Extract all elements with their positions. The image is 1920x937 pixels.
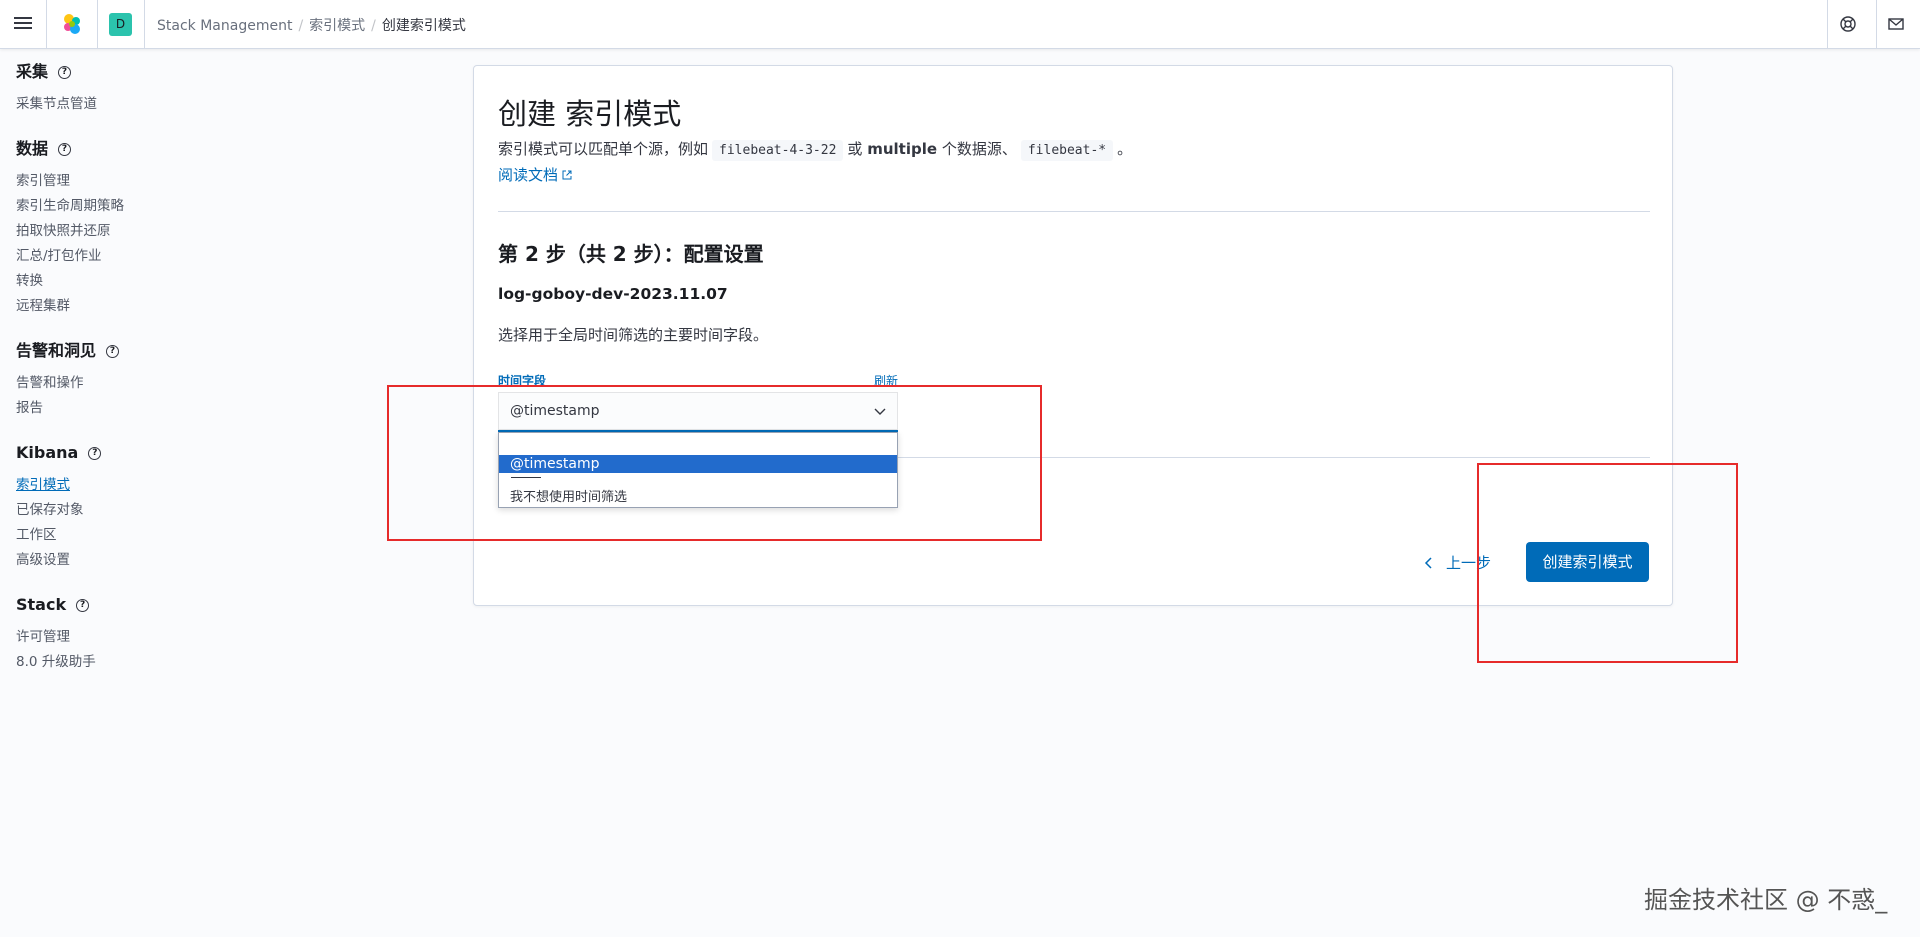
breadcrumb-create-index-pattern: 创建索引模式	[381, 18, 466, 34]
sidebar-item-reporting[interactable]: 报告	[16, 396, 336, 421]
question-icon[interactable]: ?	[106, 345, 120, 358]
sidebar-item-index-patterns[interactable]: 索引模式	[16, 473, 336, 498]
mail-icon[interactable]	[1886, 14, 1906, 34]
menu-icon[interactable]	[14, 14, 32, 32]
time-field-hint: 选择用于全局时间筛选的主要时间字段。	[498, 326, 769, 344]
question-icon[interactable]: ?	[58, 66, 72, 79]
nav-group-title: 数据?	[16, 139, 336, 169]
breadcrumb-index-patterns[interactable]: 索引模式	[309, 18, 365, 34]
nav-group-data: 数据? 索引管理 索引生命周期策略 拍取快照并还原 汇总/打包作业 转换 远程集…	[16, 139, 336, 319]
sidebar-item-advanced-settings[interactable]: 高级设置	[16, 548, 336, 573]
sidebar-item-transforms[interactable]: 转换	[16, 269, 336, 294]
help-lifebuoy-icon[interactable]	[1838, 14, 1858, 34]
breadcrumb-separator: /	[371, 18, 376, 34]
header-divider	[1827, 0, 1828, 49]
step-title: 第 2 步（共 2 步）：配置设置	[498, 242, 764, 266]
sidebar-item-license-management[interactable]: 许可管理	[16, 625, 336, 650]
annotation-box	[387, 385, 1042, 541]
nav-group-title: 采集?	[16, 62, 336, 92]
code-example: filebeat-4-3-22	[712, 140, 844, 161]
header-divider	[46, 0, 47, 49]
index-pattern-name: log-goboy-dev-2023.11.07	[498, 285, 728, 303]
management-sidebar: 采集? 采集节点管道 数据? 索引管理 索引生命周期策略 拍取快照并还原 汇总/…	[16, 62, 336, 697]
breadcrumb-stack-management[interactable]: Stack Management	[157, 18, 292, 34]
top-header: D Stack Management / 索引模式 / 创建索引模式	[0, 0, 1920, 49]
sidebar-item-index-management[interactable]: 索引管理	[16, 169, 336, 194]
sidebar-item-rollup-jobs[interactable]: 汇总/打包作业	[16, 244, 336, 269]
panel-description: 索引模式可以匹配单个源，例如 filebeat-4-3-22 或 multiple …	[498, 138, 1132, 161]
nav-group-stack: Stack? 许可管理 8.0 升级助手	[16, 595, 336, 675]
sidebar-item-ingest-pipelines[interactable]: 采集节点管道	[16, 92, 336, 117]
nav-group-title: Kibana?	[16, 443, 336, 473]
header-divider	[97, 0, 98, 49]
breadcrumb-separator: /	[298, 18, 304, 34]
breadcrumb: Stack Management / 索引模式 / 创建索引模式	[157, 15, 466, 35]
code-example: filebeat-*	[1020, 140, 1114, 161]
sidebar-item-spaces[interactable]: 工作区	[16, 523, 336, 548]
external-link-icon	[562, 170, 572, 180]
chevron-left-icon	[1424, 557, 1432, 569]
space-avatar[interactable]: D	[109, 13, 132, 36]
nav-group-title: Stack?	[16, 595, 336, 625]
question-icon[interactable]: ?	[76, 599, 90, 612]
sidebar-item-snapshot-restore[interactable]: 拍取快照并还原	[16, 219, 336, 244]
sidebar-item-upgrade-assistant[interactable]: 8.0 升级助手	[16, 650, 336, 675]
nav-group-title: 告警和洞见?	[16, 341, 336, 371]
header-divider	[144, 0, 145, 49]
sidebar-item-alerts-actions[interactable]: 告警和操作	[16, 371, 336, 396]
question-icon[interactable]: ?	[58, 143, 72, 156]
annotation-box	[1477, 463, 1738, 663]
nav-group-kibana: Kibana? 索引模式 已保存对象 工作区 高级设置	[16, 443, 336, 573]
header-divider	[1876, 0, 1877, 49]
divider	[498, 211, 1650, 212]
sidebar-item-saved-objects[interactable]: 已保存对象	[16, 498, 336, 523]
question-icon[interactable]: ?	[88, 447, 102, 460]
elastic-logo-icon[interactable]	[60, 12, 84, 36]
sidebar-item-ilm-policies[interactable]: 索引生命周期策略	[16, 194, 336, 219]
nav-group-ingest: 采集? 采集节点管道	[16, 62, 336, 117]
nav-group-alerts: 告警和洞见? 告警和操作 报告	[16, 341, 336, 421]
sidebar-item-remote-clusters[interactable]: 远程集群	[16, 294, 336, 319]
watermark: 掘金技术社区 @ 不惑_	[1644, 886, 1888, 914]
read-docs-link[interactable]: 阅读文档	[498, 164, 572, 185]
page-title: 创建 索引模式	[498, 97, 682, 131]
